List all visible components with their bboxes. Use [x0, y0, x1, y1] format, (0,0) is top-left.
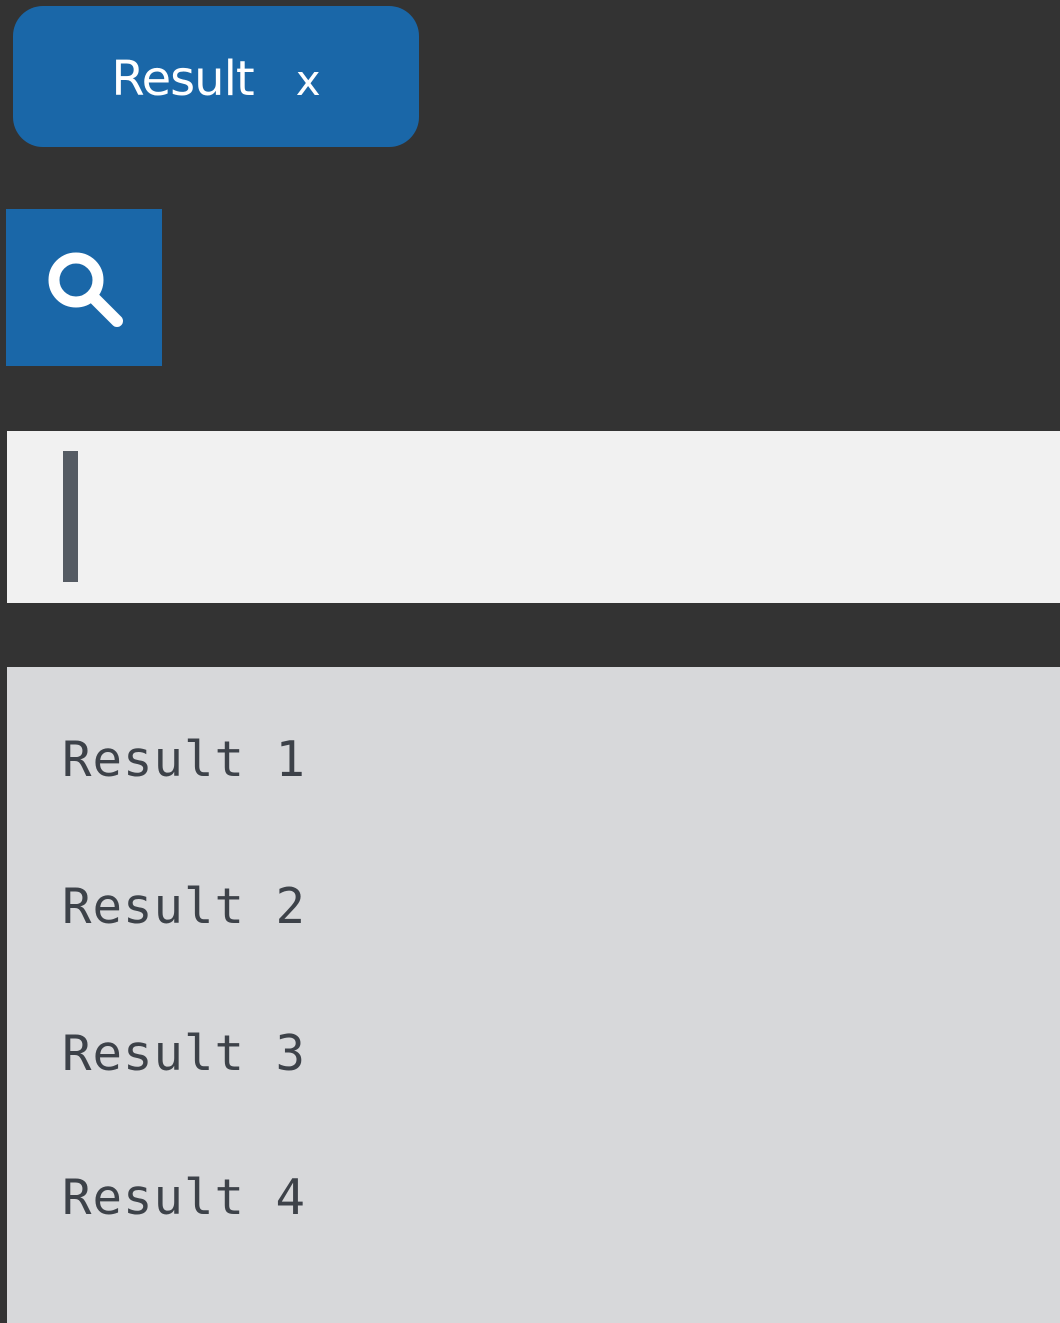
tag-remove-button[interactable]: x — [296, 56, 321, 105]
search-icon — [48, 252, 123, 327]
result-item[interactable]: Result 2 — [62, 872, 662, 942]
tag-label: Result — [111, 50, 254, 107]
result-item[interactable]: Result 3 — [62, 1019, 662, 1089]
search-input[interactable] — [7, 431, 1060, 603]
selected-tag-chip[interactable]: Result x — [13, 6, 419, 147]
search-button[interactable] — [6, 209, 162, 366]
results-list: Result 1 Result 2 Result 3 Result 4 — [7, 667, 1060, 1323]
result-item[interactable]: Result 4 — [62, 1163, 662, 1233]
result-item[interactable]: Result 1 — [62, 725, 662, 795]
